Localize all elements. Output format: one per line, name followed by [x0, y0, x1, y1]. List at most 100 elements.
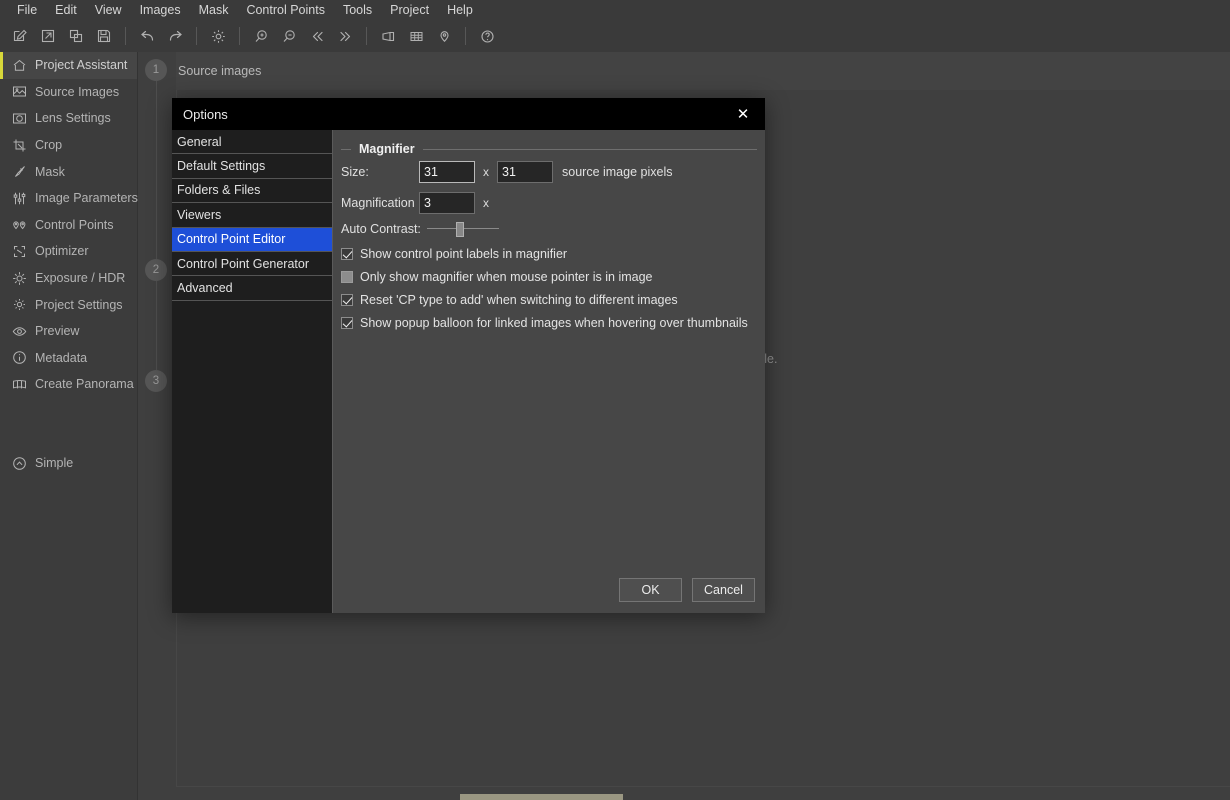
- camera-icon: [10, 109, 28, 127]
- sidebar-item-crop[interactable]: Crop: [0, 132, 137, 159]
- zoom-in-icon[interactable]: [248, 23, 274, 49]
- step-indicator-3[interactable]: 3: [145, 370, 167, 392]
- ok-button[interactable]: OK: [619, 578, 682, 602]
- checkbox-box[interactable]: [341, 248, 353, 260]
- sidebar-label: Lens Settings: [35, 111, 111, 126]
- sidebar-item-lens-settings[interactable]: Lens Settings: [0, 105, 137, 132]
- checkbox-only-show-magnifier[interactable]: Only show magnifier when mouse pointer i…: [341, 270, 653, 284]
- menu-bar: File Edit View Images Mask Control Point…: [0, 0, 1230, 20]
- new-project-icon[interactable]: [7, 23, 33, 49]
- sidebar-item-exposure-hdr[interactable]: Exposure / HDR: [0, 265, 137, 292]
- sidebar-item-mask[interactable]: Mask: [0, 158, 137, 185]
- control-point-icon[interactable]: [431, 23, 457, 49]
- save-project-icon[interactable]: [91, 23, 117, 49]
- next-image-icon[interactable]: [332, 23, 358, 49]
- sidebar-label: Exposure / HDR: [35, 271, 126, 286]
- sidebar-item-image-parameters[interactable]: Image Parameters: [0, 185, 138, 212]
- sidebar-item-project-assistant[interactable]: Project Assistant: [0, 52, 137, 79]
- sidebar-item-simple-mode[interactable]: Simple: [0, 450, 137, 477]
- sidebar-item-metadata[interactable]: Metadata: [0, 345, 137, 372]
- menu-help[interactable]: Help: [438, 1, 482, 19]
- step-indicator-2[interactable]: 2: [145, 259, 167, 281]
- magnification-input[interactable]: [419, 192, 475, 214]
- page-title: Source images: [178, 64, 262, 78]
- sidebar-item-source-images[interactable]: Source Images: [0, 79, 137, 106]
- sidebar-item-create-panorama[interactable]: Create Panorama: [0, 371, 137, 398]
- grid-icon[interactable]: [403, 23, 429, 49]
- menu-view[interactable]: View: [86, 1, 131, 19]
- pins-icon: [10, 216, 28, 234]
- tab-folders-files[interactable]: Folders & Files: [172, 179, 332, 204]
- sidebar-item-optimizer[interactable]: Optimizer: [0, 238, 137, 265]
- menu-project[interactable]: Project: [381, 1, 438, 19]
- auto-contrast-slider[interactable]: [427, 222, 499, 237]
- optimize-icon: [10, 242, 28, 260]
- dialog-title-bar: Options ✕: [172, 98, 765, 130]
- bottom-progress-highlight: [460, 794, 623, 800]
- menu-mask[interactable]: Mask: [190, 1, 238, 19]
- dialog-title: Options: [183, 106, 228, 122]
- size-suffix-label: source image pixels: [562, 165, 673, 179]
- step-connector: [155, 281, 157, 370]
- cancel-button[interactable]: Cancel: [692, 578, 755, 602]
- gear-icon: [10, 296, 28, 314]
- help-icon[interactable]: [474, 23, 500, 49]
- sidebar-item-project-settings[interactable]: Project Settings: [0, 291, 137, 318]
- brush-icon: [10, 163, 28, 181]
- magnifier-size-height-input[interactable]: [497, 161, 553, 183]
- undo-icon[interactable]: [134, 23, 160, 49]
- sidebar-label: Preview: [35, 324, 80, 339]
- redo-icon[interactable]: [162, 23, 188, 49]
- tab-viewers[interactable]: Viewers: [172, 203, 332, 228]
- menu-control-points[interactable]: Control Points: [237, 1, 334, 19]
- tab-advanced[interactable]: Advanced: [172, 276, 332, 301]
- sidebar-label: Metadata: [35, 350, 88, 365]
- sidebar-item-control-points[interactable]: Control Points: [0, 212, 137, 239]
- checkbox-label: Show control point labels in magnifier: [360, 247, 568, 261]
- sidebar-label: Image Parameters: [35, 191, 138, 206]
- add-images-icon[interactable]: [63, 23, 89, 49]
- checkbox-show-cp-labels[interactable]: Show control point labels in magnifier: [341, 247, 567, 261]
- settings-gear-icon[interactable]: [205, 23, 231, 49]
- tab-default-settings[interactable]: Default Settings: [172, 154, 332, 179]
- sidebar-item-preview[interactable]: Preview: [0, 318, 137, 345]
- menu-file[interactable]: File: [8, 1, 46, 19]
- tab-general[interactable]: General: [172, 130, 332, 155]
- menu-tools[interactable]: Tools: [334, 1, 381, 19]
- sidebar-label: Optimizer: [35, 244, 89, 259]
- application-window: File Edit View Images Mask Control Point…: [0, 0, 1230, 800]
- panorama-icon: [10, 375, 28, 393]
- menu-images[interactable]: Images: [131, 1, 190, 19]
- checkbox-box[interactable]: [341, 294, 353, 306]
- step-connector: [155, 81, 157, 259]
- tab-control-point-generator[interactable]: Control Point Generator: [172, 252, 332, 277]
- zoom-out-icon[interactable]: [276, 23, 302, 49]
- menu-edit[interactable]: Edit: [46, 1, 86, 19]
- magnifier-size-width-input[interactable]: [419, 161, 475, 183]
- sidebar-label: Control Points: [35, 217, 114, 232]
- checkbox-show-popup-balloon[interactable]: Show popup balloon for linked images whe…: [341, 316, 748, 330]
- auto-contrast-row: Auto Contrast:: [341, 222, 499, 237]
- magnification-label: Magnification: [341, 196, 415, 210]
- close-icon[interactable]: ✕: [721, 98, 765, 130]
- size-label: Size:: [341, 165, 369, 179]
- home-icon: [10, 56, 28, 74]
- tab-control-point-editor[interactable]: Control Point Editor: [172, 227, 332, 252]
- previous-image-icon[interactable]: [304, 23, 330, 49]
- main-panel-header: Source images: [176, 52, 1230, 90]
- show-all-images-icon[interactable]: [375, 23, 401, 49]
- toolbar-separator: [196, 27, 197, 45]
- bottom-strip: [176, 786, 1230, 800]
- checkbox-box[interactable]: [341, 271, 353, 283]
- sliders-icon: [10, 189, 28, 207]
- slider-knob[interactable]: [456, 222, 464, 237]
- magnification-x-suffix: x: [483, 196, 489, 210]
- checkbox-reset-cp-type[interactable]: Reset 'CP type to add' when switching to…: [341, 293, 678, 307]
- checkbox-box[interactable]: [341, 317, 353, 329]
- group-title: Magnifier: [359, 142, 415, 156]
- open-project-icon[interactable]: [35, 23, 61, 49]
- magnifier-size-row: Size: x source image pixels: [341, 161, 672, 183]
- size-x-separator: x: [483, 165, 489, 179]
- step-indicator-1[interactable]: 1: [145, 59, 167, 81]
